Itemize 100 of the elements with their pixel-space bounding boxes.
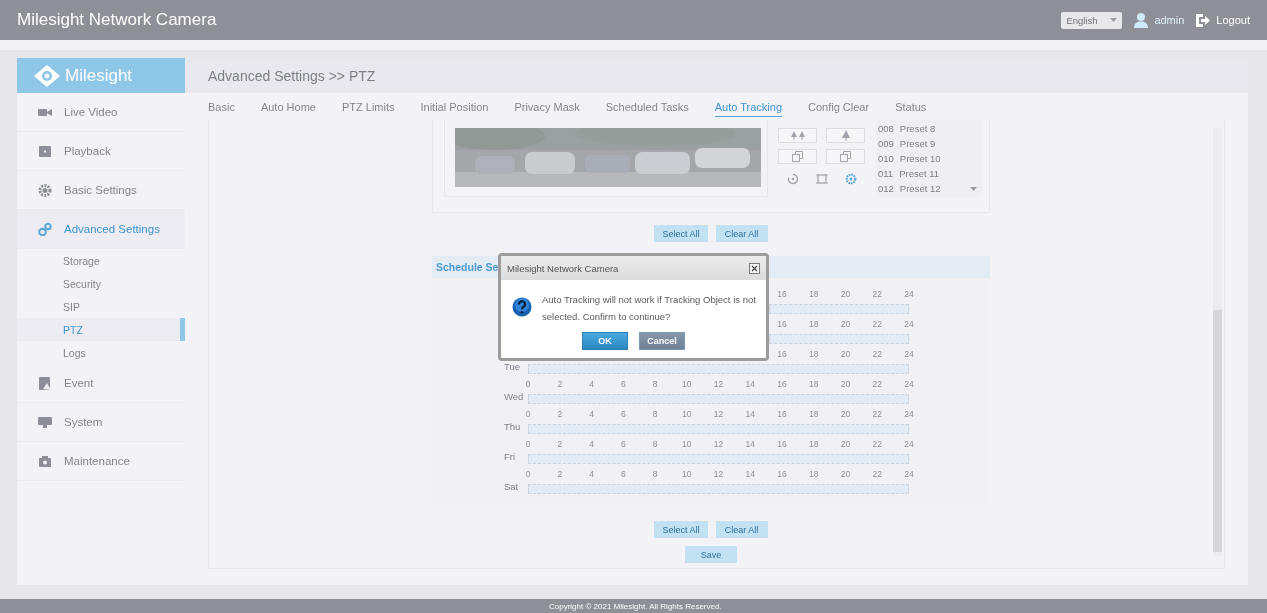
- preset-item[interactable]: 012 Preset 12: [876, 181, 982, 196]
- hour-label: 20: [840, 319, 851, 329]
- submenu-item[interactable]: Logs: [17, 341, 185, 364]
- day-label: Sat: [504, 481, 519, 492]
- area-select-button[interactable]: Select All: [654, 225, 708, 242]
- hour-label: 2: [557, 379, 563, 389]
- hour-label: 6: [620, 409, 626, 419]
- tab[interactable]: Privacy Mask: [514, 96, 580, 117]
- sidebar-item[interactable]: Maintenance: [17, 442, 185, 481]
- hour-label: 20: [840, 469, 851, 479]
- hour-label: 22: [872, 319, 882, 329]
- hour-label: 2: [557, 409, 563, 419]
- sidebar-item[interactable]: Advanced Settings: [17, 210, 185, 249]
- gears-icon: [38, 222, 52, 236]
- hour-label: 22: [872, 349, 882, 359]
- rotate-icon[interactable]: [786, 173, 799, 185]
- cancel-button[interactable]: Cancel: [639, 332, 685, 350]
- dialog-message: Auto Tracking will not work if Tracking Object is not selected. Confirm to continue?: [542, 293, 757, 324]
- hour-label: 18: [809, 469, 819, 479]
- logout-icon[interactable]: [1196, 13, 1211, 27]
- save-button[interactable]: Save: [685, 546, 737, 563]
- hour-label: 20: [840, 289, 851, 299]
- logout-link[interactable]: Logout: [1216, 14, 1250, 26]
- frame-icon[interactable]: [816, 173, 828, 185]
- window-button[interactable]: [826, 149, 865, 164]
- schedule-select-button[interactable]: Select All: [654, 521, 708, 538]
- submenu-item[interactable]: Security: [17, 272, 185, 295]
- windows-icon: [792, 151, 803, 162]
- hour-label: 16: [777, 379, 787, 389]
- day-label: Thu: [504, 421, 521, 432]
- submenu-item[interactable]: SIP: [17, 295, 185, 318]
- zoom-in-button[interactable]: [826, 128, 865, 143]
- hour-label: 2: [557, 439, 563, 449]
- submenu-item[interactable]: PTZ: [17, 318, 185, 341]
- schedule-bar[interactable]: [769, 304, 909, 314]
- tab[interactable]: Basic: [208, 96, 235, 117]
- hour-label: 24: [904, 409, 914, 419]
- eye-logo-icon: [34, 64, 60, 87]
- tab[interactable]: Config Clear: [808, 96, 870, 117]
- window-button[interactable]: [778, 149, 817, 164]
- hour-label: 18: [809, 289, 819, 299]
- section-title: Schedule Se: [436, 261, 499, 273]
- hour-label: 10: [682, 469, 692, 479]
- sidebar-item[interactable]: Live Video: [17, 93, 185, 132]
- sidebar-item[interactable]: System: [17, 403, 185, 442]
- hour-label: 18: [809, 379, 819, 389]
- schedule-bar[interactable]: [528, 394, 909, 404]
- close-icon[interactable]: [749, 262, 760, 274]
- user-icon: [1134, 12, 1149, 28]
- preset-item[interactable]: 008 Preset 8: [876, 121, 982, 136]
- hour-label: 22: [872, 379, 882, 389]
- caret-icon[interactable]: [970, 187, 977, 191]
- preset-item[interactable]: 009 Preset 9: [876, 136, 982, 151]
- gear-icon[interactable]: [845, 173, 858, 185]
- user-link[interactable]: admin: [1154, 14, 1185, 26]
- preset-item[interactable]: 011 Preset 11: [876, 166, 982, 181]
- language-select[interactable]: English: [1061, 11, 1123, 29]
- tab[interactable]: PTZ Limits: [341, 96, 395, 117]
- schedule-bar[interactable]: [528, 424, 909, 434]
- submenu-item[interactable]: Storage: [17, 249, 185, 272]
- scrollbar[interactable]: [1213, 128, 1222, 556]
- trees-icon: [790, 131, 805, 140]
- hour-label: 18: [809, 319, 819, 329]
- hour-label: 14: [745, 379, 755, 389]
- ok-button[interactable]: OK: [582, 332, 628, 350]
- schedule-bar[interactable]: [528, 364, 909, 374]
- hour-label: 0: [525, 439, 531, 449]
- sidebar-item[interactable]: Event: [17, 364, 185, 403]
- hour-label: 16: [777, 349, 787, 359]
- hour-label: 4: [589, 439, 594, 449]
- breadcrumb: Advanced Settings >> PTZ: [208, 67, 376, 84]
- hour-label: 10: [682, 379, 692, 389]
- hour-label: 12: [713, 409, 724, 419]
- tab[interactable]: Auto Home: [260, 96, 316, 117]
- hour-label: 24: [904, 349, 914, 359]
- sidebar-item[interactable]: Playback: [17, 132, 185, 171]
- hour-label: 10: [682, 409, 692, 419]
- tab[interactable]: Scheduled Tasks: [605, 96, 689, 117]
- hour-label: 24: [904, 439, 914, 449]
- tab[interactable]: Initial Position: [420, 96, 489, 117]
- hour-label: 22: [872, 289, 882, 299]
- windows-icon: [840, 151, 851, 162]
- question-icon: [512, 297, 532, 317]
- preset-item[interactable]: 010 Preset 10: [876, 151, 982, 166]
- hour-label: 16: [777, 469, 787, 479]
- hour-label: 0: [525, 409, 531, 419]
- tab[interactable]: Status: [895, 96, 927, 117]
- area-select-button[interactable]: Clear All: [715, 225, 768, 242]
- schedule-bar[interactable]: [528, 454, 909, 464]
- hour-label: 20: [840, 409, 851, 419]
- hour-label: 6: [620, 439, 626, 449]
- hour-label: 20: [840, 379, 851, 389]
- schedule-bar[interactable]: [769, 334, 909, 344]
- zoom-out-button[interactable]: [778, 128, 817, 143]
- tab[interactable]: Auto Tracking: [714, 96, 782, 117]
- hour-label: 18: [809, 409, 819, 419]
- hour-label: 16: [777, 409, 787, 419]
- schedule-bar[interactable]: [528, 484, 909, 494]
- hour-label: 14: [745, 469, 755, 479]
- schedule-select-button[interactable]: Clear All: [715, 521, 768, 538]
